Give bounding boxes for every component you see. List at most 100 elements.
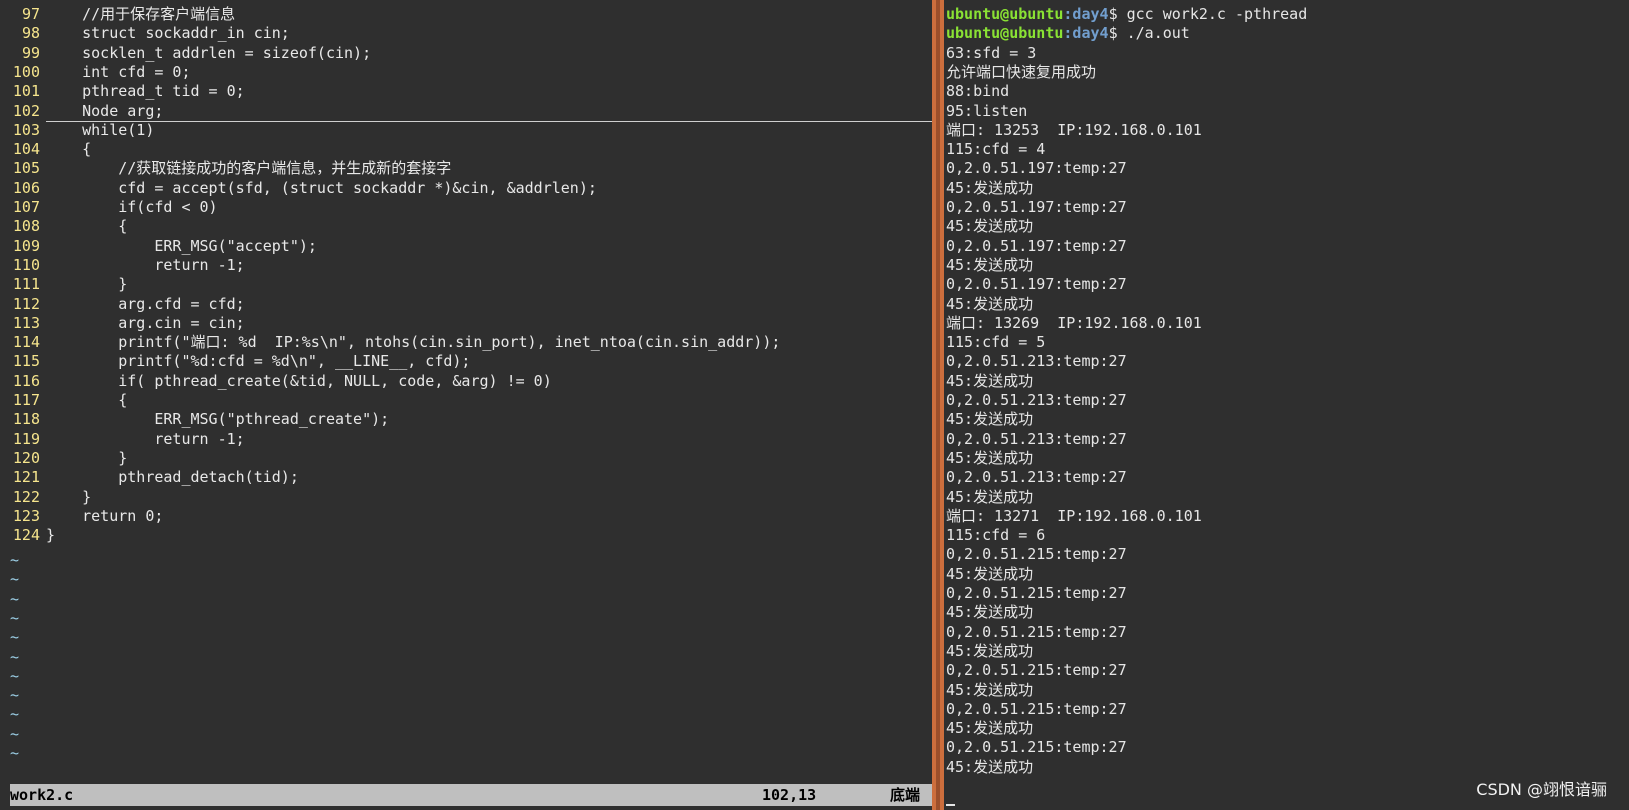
code-line: 115 printf("%d:cfd = %d\n", __LINE__, cf…	[10, 351, 930, 371]
terminal-output-line: 0,2.0.51.213:temp:27	[946, 352, 1127, 371]
status-scroll-position: 底端	[890, 786, 921, 804]
terminal-output-line: 45:发送成功	[946, 178, 1034, 197]
prompt-command: $ gcc work2.c -pthread	[1108, 5, 1308, 23]
empty-line-marker: ~	[10, 744, 20, 762]
code-line: 104 {	[10, 139, 930, 159]
terminal-output-line: 45:发送成功	[946, 255, 1034, 274]
terminal-output-line: 45:发送成功	[946, 371, 1034, 390]
code-text: pthread_t tid = 0;	[46, 82, 245, 101]
terminal-output-line: 0,2.0.51.197:temp:27	[946, 236, 1127, 255]
terminal-output-line: 45:发送成功	[946, 217, 1034, 236]
line-number: 99	[21, 43, 40, 62]
code-text: arg.cfd = cfd;	[46, 294, 245, 313]
code-text: socklen_t addrlen = sizeof(cin);	[46, 43, 372, 62]
line-number: 97	[21, 5, 40, 23]
terminal-output-line: 115:cfd = 5	[946, 333, 1046, 352]
code-line: 97 //用于保存客户端信息	[10, 4, 930, 24]
line-number: 104	[12, 140, 40, 159]
line-number: 111	[12, 275, 40, 294]
terminal-output-line: 45:发送成功	[946, 719, 1034, 738]
vim-editor-pane[interactable]: 97 //用于保存客户端信息 98 struct sockaddr_in cin;…	[10, 4, 938, 806]
code-text: arg.cin = cin;	[46, 313, 245, 332]
line-number: 106	[12, 178, 40, 197]
code-text: return 0;	[46, 506, 164, 525]
code-text: struct sockaddr_in cin;	[46, 24, 290, 43]
empty-line-marker: ~	[10, 570, 20, 589]
code-line: 119 return -1;	[10, 429, 930, 449]
line-number: 103	[12, 120, 40, 139]
code-text: pthread_detach(tid);	[46, 468, 299, 487]
pane-divider-handle[interactable]	[936, 0, 940, 810]
terminal-prompt-line: ubuntu@ubuntu:day4$ ./a.out	[946, 23, 1629, 43]
code-line: 110 return -1;	[10, 255, 930, 275]
code-text: {	[46, 140, 92, 159]
terminal-output-line: 88:bind	[946, 82, 1010, 101]
terminal-output-line: 45:发送成功	[946, 294, 1034, 313]
code-text: if(cfd < 0)	[46, 198, 218, 216]
status-filename: work2.c	[10, 786, 74, 804]
code-text: cfd = accept(sfd, (struct sockaddr *)&ci…	[46, 178, 597, 197]
code-line: 112 arg.cfd = cfd;	[10, 294, 930, 314]
terminal-output-line: 45:发送成功	[946, 410, 1034, 429]
line-number: 107	[12, 198, 40, 216]
code-line: 103 while(1)	[10, 120, 930, 140]
code-line: 106 cfd = accept(sfd, (struct sockaddr *…	[10, 178, 930, 198]
code-text: }	[46, 487, 92, 506]
terminal-output-line: 0,2.0.51.215:temp:27	[946, 545, 1127, 564]
line-number: 100	[12, 62, 40, 81]
code-line: 122 }	[10, 487, 930, 507]
line-number: 108	[12, 217, 40, 236]
line-number: 110	[12, 255, 40, 274]
terminal-output-line: 115:cfd = 6	[946, 526, 1046, 545]
code-line: 100 int cfd = 0;	[10, 62, 930, 82]
code-line: 120 }	[10, 448, 930, 468]
prompt-path: :day4	[1063, 24, 1109, 43]
status-cursor-position: 102,13	[762, 786, 817, 804]
empty-line-marker: ~	[10, 686, 20, 705]
line-number: 123	[12, 506, 40, 525]
prompt-command: $ ./a.out	[1108, 24, 1190, 43]
empty-line-marker: ~	[10, 589, 20, 608]
code-line: 99 socklen_t addrlen = sizeof(cin);	[10, 43, 930, 63]
line-number: 113	[12, 313, 40, 332]
code-line: 108 {	[10, 216, 930, 236]
terminal-output-line: 0,2.0.51.213:temp:27	[946, 468, 1127, 487]
empty-line-marker: ~	[10, 647, 20, 666]
line-number: 109	[12, 236, 40, 255]
code-line: 109 ERR_MSG("accept");	[10, 236, 930, 256]
pane-divider[interactable]	[932, 0, 944, 810]
terminal-output-line: 允许端口快速复用成功	[946, 62, 1097, 81]
code-text: printf("端口: %d IP:%s\n", ntohs(cin.sin_p…	[46, 333, 781, 352]
terminal-output-line: 端口: 13269 IP:192.168.0.101	[946, 313, 1202, 332]
code-line: 117 {	[10, 390, 930, 410]
prompt-path: :day4	[1063, 5, 1109, 23]
line-number: 121	[12, 468, 40, 487]
empty-line-marker: ~	[10, 608, 20, 627]
prompt-user: ubuntu@ubuntu	[946, 24, 1064, 43]
terminal-output-line: 115:cfd = 4	[946, 140, 1046, 159]
line-number: 124	[12, 526, 40, 545]
terminal-output-line: 45:发送成功	[946, 448, 1034, 467]
empty-line-marker: ~	[10, 666, 20, 685]
line-number: 105	[12, 159, 40, 178]
code-text: Node arg;	[46, 101, 164, 120]
terminal-pane[interactable]: ubuntu@ubuntu:day4$ gcc work2.c -pthread…	[946, 4, 1629, 806]
code-text: if( pthread_create(&tid, NULL, code, &ar…	[46, 371, 552, 390]
code-line: 111 }	[10, 274, 930, 294]
cursor-line-rule	[46, 121, 938, 122]
terminal-output-line: 45:发送成功	[946, 641, 1034, 660]
code-line: 102 Node arg;	[10, 101, 930, 121]
code-line: 121 pthread_detach(tid);	[10, 467, 930, 487]
terminal-output-line: 45:发送成功	[946, 680, 1034, 699]
line-number: 112	[12, 294, 40, 313]
code-line: 118 ERR_MSG("pthread_create");	[10, 409, 930, 429]
line-number: 102	[12, 101, 40, 120]
code-line: 114 printf("端口: %d IP:%s\n", ntohs(cin.s…	[10, 332, 930, 352]
line-number: 122	[12, 487, 40, 506]
line-number: 114	[12, 333, 40, 352]
terminal-output-line: 45:发送成功	[946, 757, 1034, 776]
editor-status-bar: work2.c 102,13 底端	[10, 784, 938, 806]
terminal-output-line: 0,2.0.51.197:temp:27	[946, 159, 1127, 178]
screen: 97 //用于保存客户端信息 98 struct sockaddr_in cin;…	[0, 0, 1629, 810]
terminal-output-line: 0,2.0.51.215:temp:27	[946, 584, 1127, 602]
